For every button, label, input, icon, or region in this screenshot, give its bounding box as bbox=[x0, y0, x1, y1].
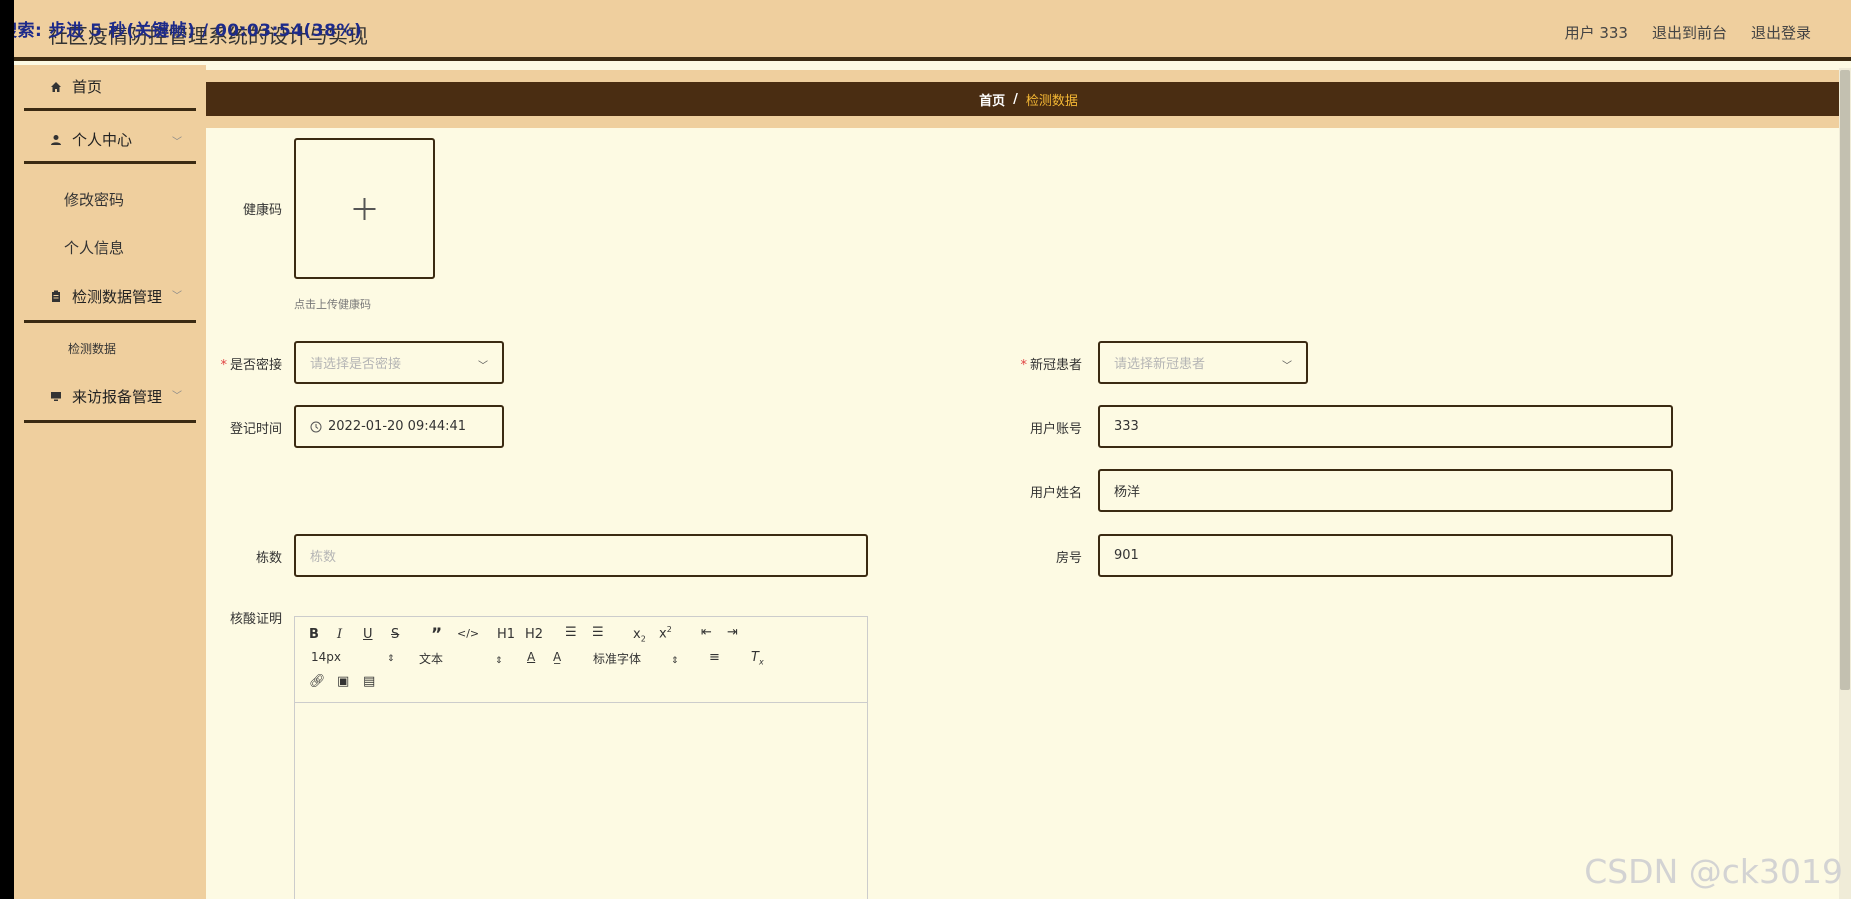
text-type-select[interactable]: 文本 ⇕ bbox=[419, 650, 503, 667]
align-icon[interactable]: ≡ bbox=[709, 650, 720, 665]
covid-patient-label: * 新冠患者 bbox=[1020, 358, 1082, 373]
plus-icon bbox=[353, 198, 376, 220]
breadcrumb: 首页 / 检测数据 bbox=[206, 82, 1851, 116]
building-label: 栋数 bbox=[255, 551, 282, 566]
user-account-field[interactable]: 333 bbox=[1098, 405, 1673, 448]
close-contact-label: * 是否密接 bbox=[220, 358, 282, 373]
health-code-label: 健康码 bbox=[242, 203, 282, 218]
chevron-down-icon: ﹀ bbox=[172, 291, 182, 302]
heading-2-icon[interactable]: H2 bbox=[525, 627, 543, 642]
clipboard-icon bbox=[50, 290, 62, 302]
monitor-icon bbox=[50, 390, 62, 402]
breadcrumb-area: 首页 / 检测数据 bbox=[206, 70, 1851, 128]
register-time-label: 登记时间 bbox=[229, 422, 282, 437]
sidebar-item-label: 个人中心 bbox=[72, 131, 133, 149]
csdn-watermark: CSDN @ck3019 bbox=[1584, 852, 1843, 891]
video-icon[interactable]: ▤ bbox=[363, 674, 375, 689]
font-family-select[interactable]: 标准字体 ⇕ bbox=[593, 650, 679, 667]
sidebar-item-detection-mgmt[interactable]: 检测数据管理 ﹀ bbox=[24, 272, 196, 323]
sidebar-item-personal[interactable]: 个人中心 ﹀ bbox=[24, 118, 196, 164]
sidebar-item-label: 来访报备管理 bbox=[72, 387, 163, 406]
exit-to-front-link[interactable]: 退出到前台 bbox=[1652, 22, 1727, 43]
user-name-field[interactable]: 杨洋 bbox=[1098, 469, 1673, 512]
scrollbar-thumb[interactable] bbox=[1840, 70, 1850, 690]
user-icon bbox=[50, 134, 62, 146]
subscript-icon[interactable]: x2 bbox=[633, 627, 646, 644]
link-icon[interactable]: 🔗︎ bbox=[309, 674, 326, 689]
font-color-icon[interactable]: A bbox=[527, 650, 535, 664]
sidebar-item-change-password[interactable]: 修改密码 bbox=[24, 189, 236, 210]
chevron-down-icon: ﹀ bbox=[1282, 361, 1292, 372]
building-input[interactable]: 栋数 bbox=[294, 534, 868, 577]
health-code-upload[interactable] bbox=[294, 138, 435, 279]
chevron-down-icon: ﹀ bbox=[172, 137, 182, 148]
sidebar-item-visit-mgmt[interactable]: 来访报备管理 ﹀ bbox=[24, 372, 196, 423]
breadcrumb-home[interactable]: 首页 bbox=[979, 90, 1005, 109]
room-field[interactable]: 901 bbox=[1098, 534, 1673, 577]
strikethrough-icon[interactable]: S bbox=[391, 627, 399, 642]
room-label: 房号 bbox=[1055, 551, 1082, 566]
clear-format-icon[interactable]: Tx bbox=[751, 650, 764, 667]
sidebar-item-home[interactable]: 首页 bbox=[24, 65, 196, 111]
italic-icon[interactable]: I bbox=[337, 627, 342, 642]
home-icon bbox=[50, 81, 62, 93]
indent-icon[interactable]: ⇥ bbox=[727, 625, 738, 640]
sidebar: 首页 个人中心 ﹀ 修改密码 个人信息 检测数据管理 ﹀ 检测数据 来访报备管理… bbox=[14, 65, 206, 899]
superscript-icon[interactable]: x2 bbox=[659, 625, 672, 641]
breadcrumb-current: 检测数据 bbox=[1025, 93, 1078, 109]
logout-link[interactable]: 退出登录 bbox=[1751, 22, 1811, 43]
background-color-icon[interactable]: A̲ bbox=[553, 650, 561, 664]
clock-icon bbox=[310, 421, 322, 433]
covid-patient-select[interactable]: 请选择新冠患者 ﹀ bbox=[1098, 341, 1308, 384]
user-name-label: 用户姓名 bbox=[1029, 486, 1082, 501]
sidebar-item-label: 首页 bbox=[72, 78, 103, 96]
sidebar-item-label: 检测数据管理 bbox=[72, 287, 163, 306]
health-code-hint: 点击上传健康码 bbox=[294, 298, 371, 311]
top-actions: 用户 333 退出到前台 退出登录 bbox=[1565, 22, 1811, 43]
code-icon[interactable]: </> bbox=[457, 627, 479, 640]
breadcrumb-separator: / bbox=[1013, 91, 1018, 107]
register-time-picker[interactable]: 2022-01-20 09:44:41 bbox=[294, 405, 504, 448]
heading-1-icon[interactable]: H1 bbox=[497, 627, 515, 642]
bold-icon[interactable]: B bbox=[309, 627, 319, 642]
chevron-down-icon: ﹀ bbox=[478, 361, 488, 372]
rich-text-editor[interactable]: B I U S ” </> H1 H2 ☰ ☰ x2 x2 ⇤ ⇥ 14px ⇕ … bbox=[294, 616, 868, 899]
editor-toolbar: B I U S ” </> H1 H2 ☰ ☰ x2 x2 ⇤ ⇥ 14px ⇕ … bbox=[295, 617, 867, 703]
current-user: 用户 333 bbox=[1564, 24, 1628, 42]
user-account-label: 用户账号 bbox=[1029, 422, 1082, 437]
video-seek-overlay: 搜索: 步进 5 秒(关键帧) / 00:03:54(38%) bbox=[14, 21, 363, 41]
ordered-list-icon[interactable]: ☰ bbox=[565, 625, 577, 640]
font-size-select[interactable]: 14px ⇕ bbox=[311, 650, 395, 664]
blockquote-icon[interactable]: ” bbox=[431, 625, 442, 645]
close-contact-select[interactable]: 请选择是否密接 ﹀ bbox=[294, 341, 504, 384]
underline-icon[interactable]: U bbox=[363, 627, 373, 642]
sidebar-item-personal-info[interactable]: 个人信息 bbox=[24, 237, 236, 258]
image-icon[interactable]: ▣ bbox=[337, 674, 349, 689]
app-window: 社区疫情防控管理系统的设计与实现 用户 333 退出到前台 退出登录 搜索: 步… bbox=[14, 0, 1851, 899]
nucleic-proof-label: 核酸证明 bbox=[229, 612, 282, 627]
bullet-list-icon[interactable]: ☰ bbox=[592, 625, 604, 640]
outdent-icon[interactable]: ⇤ bbox=[701, 625, 712, 640]
chevron-down-icon: ﹀ bbox=[172, 391, 182, 402]
